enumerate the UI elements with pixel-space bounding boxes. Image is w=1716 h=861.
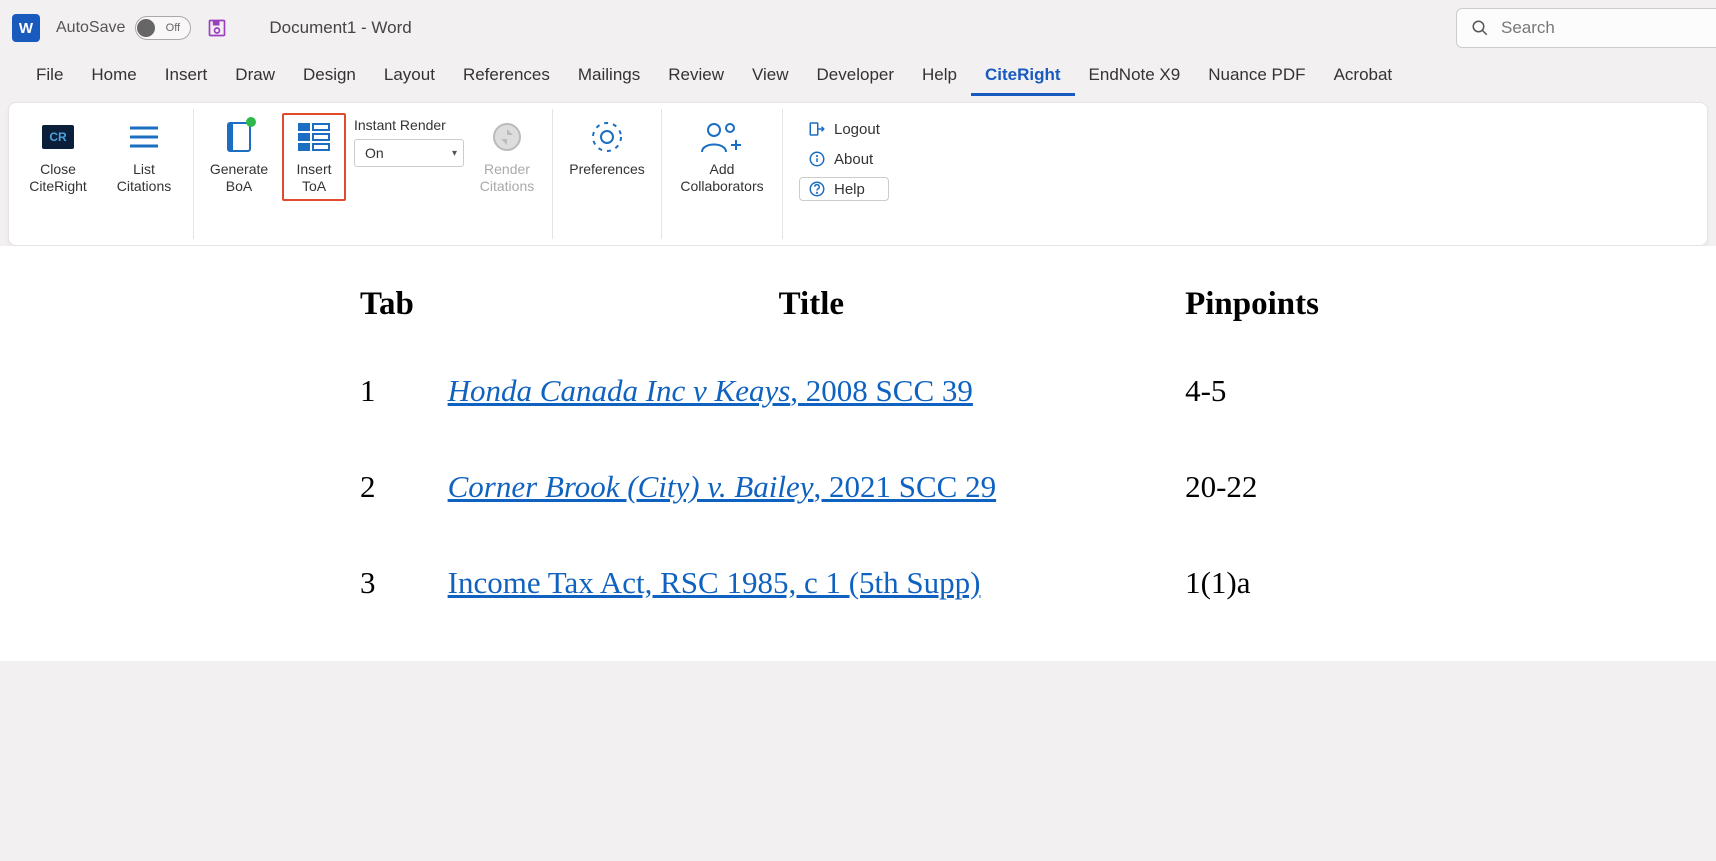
document-title: Document1 - Word — [269, 18, 411, 38]
instant-render-label: Instant Render — [354, 117, 464, 133]
toa-tab-number: 1 — [360, 373, 448, 469]
close-citeright-button[interactable]: CR Close CiteRight — [19, 113, 97, 201]
autosave-toggle-knob — [137, 19, 155, 37]
toa-title-cell: Honda Canada Inc v Keays, 2008 SCC 39 — [448, 373, 1185, 469]
about-button[interactable]: About — [799, 147, 889, 171]
menu-nuance[interactable]: Nuance PDF — [1194, 59, 1319, 96]
menu-endnote[interactable]: EndNote X9 — [1075, 59, 1195, 96]
toa-title-cell: Corner Brook (City) v. Bailey, 2021 SCC … — [448, 469, 1185, 565]
autosave-toggle-state: Off — [159, 22, 186, 34]
ribbon-group-generate: Generate BoA Insert ToA Instant Render O… — [194, 109, 553, 239]
menu-draw[interactable]: Draw — [221, 59, 289, 96]
toa-row: 3 Income Tax Act, RSC 1985, c 1 (5th Sup… — [360, 565, 1380, 661]
citation-link[interactable]: Income Tax Act, RSC 1985, c 1 (5th Supp) — [448, 565, 981, 600]
citation-link[interactable]: Honda Canada Inc v Keays, 2008 SCC 39 — [448, 373, 973, 408]
help-icon — [808, 180, 826, 198]
ribbon: CR Close CiteRight List Citations Genera… — [8, 102, 1708, 246]
menu-developer[interactable]: Developer — [803, 59, 909, 96]
preferences-button[interactable]: Preferences — [563, 113, 651, 184]
toa-header-title: Title — [448, 286, 1185, 373]
generate-boa-button[interactable]: Generate BoA — [204, 113, 274, 201]
search-box[interactable]: Search — [1456, 8, 1716, 48]
menu-help[interactable]: Help — [908, 59, 971, 96]
menu-design[interactable]: Design — [289, 59, 370, 96]
refresh-icon — [490, 120, 524, 154]
table-of-authorities: Tab Title Pinpoints 1 Honda Canada Inc v… — [360, 286, 1380, 661]
menubar: File Home Insert Draw Design Layout Refe… — [0, 56, 1716, 96]
instant-render-dropdown[interactable]: On ▾ — [354, 139, 464, 167]
menu-layout[interactable]: Layout — [370, 59, 449, 96]
help-button[interactable]: Help — [799, 177, 889, 201]
menu-view[interactable]: View — [738, 59, 803, 96]
toa-header-pinpoints: Pinpoints — [1185, 286, 1380, 373]
titlebar: W AutoSave Off Document1 - Word Search — [0, 0, 1716, 56]
toa-row: 2 Corner Brook (City) v. Bailey, 2021 SC… — [360, 469, 1380, 565]
citation-link[interactable]: Corner Brook (City) v. Bailey, 2021 SCC … — [448, 469, 996, 504]
list-citations-button[interactable]: List Citations — [105, 113, 183, 201]
autosave-toggle[interactable]: Off — [135, 16, 191, 40]
logout-button[interactable]: Logout — [799, 117, 889, 141]
menu-review[interactable]: Review — [654, 59, 738, 96]
table-icon — [297, 122, 331, 152]
info-icon — [808, 150, 826, 168]
toa-row: 1 Honda Canada Inc v Keays, 2008 SCC 39 … — [360, 373, 1380, 469]
svg-text:CR: CR — [49, 130, 67, 144]
toa-header-tab: Tab — [360, 286, 448, 373]
add-collaborators-button[interactable]: Add Collaborators — [672, 113, 772, 201]
menu-insert[interactable]: Insert — [151, 59, 222, 96]
menu-file[interactable]: File — [22, 59, 77, 96]
toa-pinpoints: 1(1)a — [1185, 565, 1380, 661]
menu-references[interactable]: References — [449, 59, 564, 96]
toa-header-row: Tab Title Pinpoints — [360, 286, 1380, 373]
save-button[interactable] — [205, 16, 229, 40]
toa-tab-number: 2 — [360, 469, 448, 565]
menu-acrobat[interactable]: Acrobat — [1320, 59, 1407, 96]
autosave-label: AutoSave — [56, 19, 125, 37]
instant-render-value: On — [365, 145, 384, 161]
ribbon-group-collab: Add Collaborators — [662, 109, 783, 239]
chevron-down-icon: ▾ — [452, 148, 457, 159]
toa-pinpoints: 4-5 — [1185, 373, 1380, 469]
save-icon — [207, 18, 227, 38]
ribbon-group-main: CR Close CiteRight List Citations — [9, 109, 194, 239]
instant-render-group: Instant Render On ▾ — [354, 113, 464, 167]
logout-icon — [808, 120, 826, 138]
citeright-logo-icon: CR — [40, 123, 76, 151]
add-user-icon — [700, 120, 744, 154]
menu-citeright[interactable]: CiteRight — [971, 59, 1075, 96]
document-area: Tab Title Pinpoints 1 Honda Canada Inc v… — [0, 246, 1716, 661]
search-placeholder: Search — [1501, 18, 1555, 38]
insert-toa-button[interactable]: Insert ToA — [282, 113, 346, 201]
toa-title-cell: Income Tax Act, RSC 1985, c 1 (5th Supp) — [448, 565, 1185, 661]
gear-icon — [589, 119, 625, 155]
ribbon-group-account: Logout About Help — [783, 109, 905, 239]
list-icon — [126, 122, 162, 152]
render-citations-button[interactable]: Render Citations — [472, 113, 542, 201]
menu-mailings[interactable]: Mailings — [564, 59, 654, 96]
menu-home[interactable]: Home — [77, 59, 150, 96]
document-page[interactable]: Tab Title Pinpoints 1 Honda Canada Inc v… — [0, 286, 1440, 661]
ribbon-group-prefs: Preferences — [553, 109, 662, 239]
toa-tab-number: 3 — [360, 565, 448, 661]
search-icon — [1471, 19, 1489, 37]
word-app-icon: W — [12, 14, 40, 42]
status-dot-icon — [246, 117, 256, 127]
toa-pinpoints: 20-22 — [1185, 469, 1380, 565]
